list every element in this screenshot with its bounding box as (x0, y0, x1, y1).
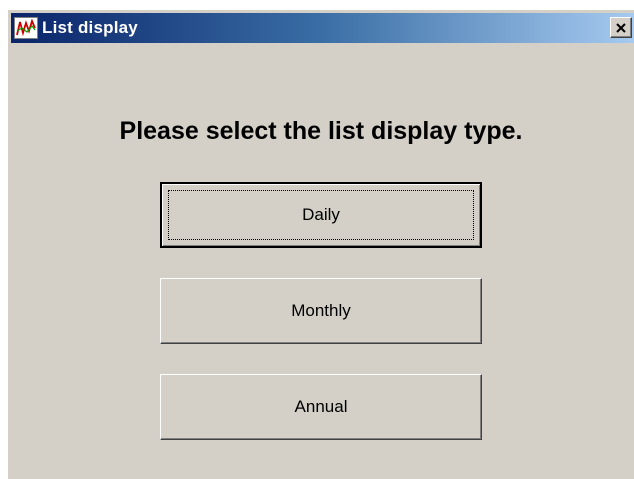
window-title: List display (42, 18, 138, 37)
close-x-icon (616, 22, 626, 33)
list-display-window: List display Please select the list disp… (7, 9, 634, 479)
annual-button-label: Annual (294, 397, 348, 416)
annual-button[interactable]: Annual (160, 374, 482, 440)
daily-button[interactable]: Daily (160, 182, 482, 248)
close-button[interactable] (610, 17, 632, 38)
prompt-text: Please select the list display type. (119, 117, 523, 145)
title-bar[interactable]: List display (11, 13, 634, 43)
daily-button-label: Daily (302, 205, 340, 224)
graph-chart-icon (14, 17, 38, 39)
monthly-button-label: Monthly (291, 301, 351, 320)
monthly-button[interactable]: Monthly (160, 278, 482, 344)
